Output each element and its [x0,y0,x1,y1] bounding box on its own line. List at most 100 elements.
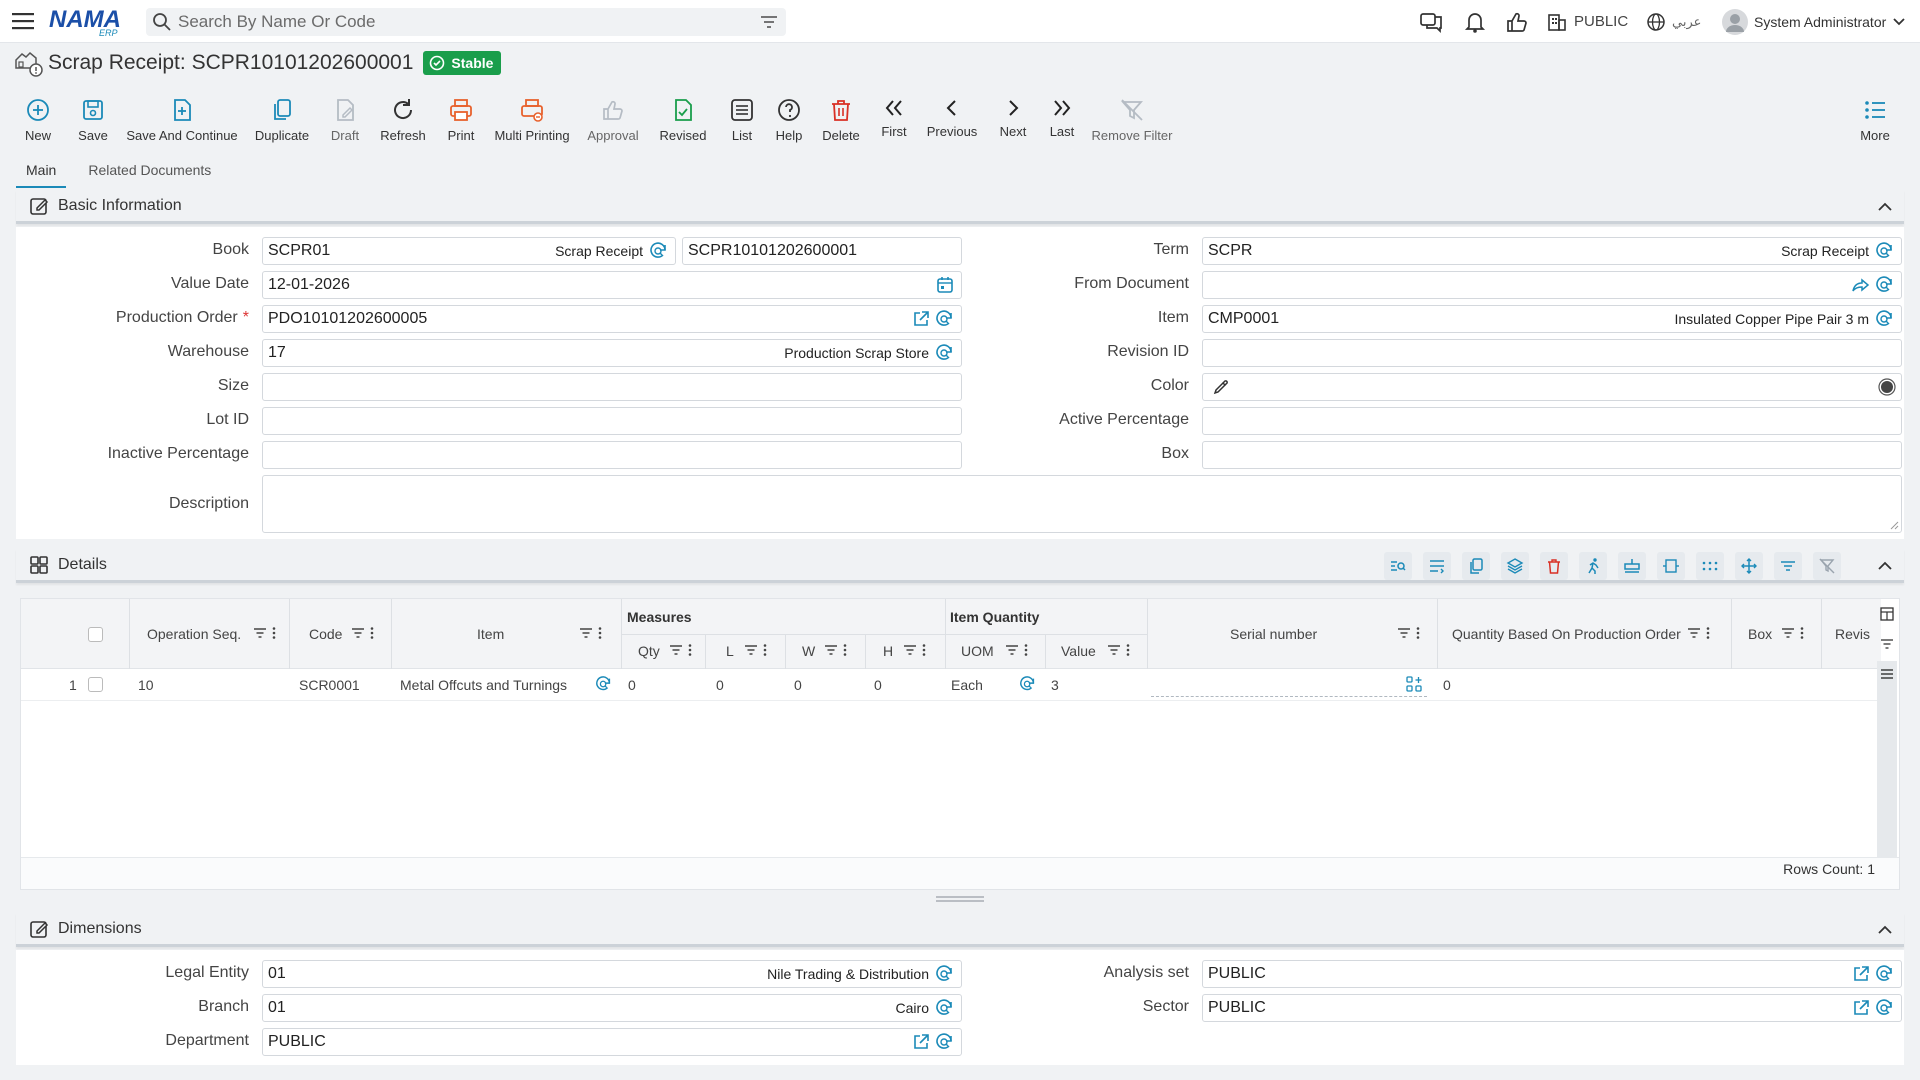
col-box[interactable]: Box [1748,626,1772,642]
refresh-button[interactable]: Refresh [380,86,426,154]
col-qty-based-tools[interactable] [1687,626,1715,640]
warehouse-field[interactable]: 17 Production Scrap Store [262,339,962,367]
cell-qty-based[interactable]: 0 [1443,677,1451,693]
notifications-button[interactable] [1462,0,1488,43]
open-link-icon[interactable] [1851,998,1871,1018]
move-button[interactable] [1735,552,1763,580]
menu-icon[interactable] [1880,667,1894,681]
lookup-icon[interactable] [1875,309,1895,329]
run-button[interactable] [1579,552,1607,580]
delete-button[interactable]: Delete [822,86,860,154]
cell-h[interactable]: 0 [874,677,882,693]
col-uom[interactable]: UOM [961,643,994,659]
col-serial-tools[interactable] [1397,626,1425,640]
help-button[interactable]: Help [774,86,804,154]
cell-item[interactable]: Metal Offcuts and Turnings [400,677,567,693]
col-h-tools[interactable] [903,643,931,657]
col-h[interactable]: H [883,643,893,659]
basic-information-header[interactable]: Basic Information [16,190,1904,224]
lookup-icon[interactable] [935,1032,955,1052]
eyedropper-icon[interactable] [1211,377,1231,397]
term-field[interactable]: SCPR Scrap Receipt [1202,237,1902,265]
active-percentage-field[interactable] [1202,407,1902,435]
resize-handle[interactable] [936,896,984,902]
resize-grip-icon[interactable] [1889,520,1899,530]
lookup-icon[interactable] [935,309,955,329]
revision-id-field[interactable] [1202,339,1902,367]
col-code-tools[interactable] [351,626,379,640]
previous-button[interactable]: Previous [927,86,977,154]
save-and-continue-button[interactable]: Save And Continue [126,86,238,154]
lookup-icon[interactable] [649,241,669,261]
col-w[interactable]: W [802,643,815,659]
print-button[interactable]: Print [446,86,476,154]
cell-serial-number[interactable] [1151,673,1427,697]
col-value-tools[interactable] [1107,643,1135,657]
dimensions-header[interactable]: Dimensions [16,913,1904,947]
lookup-icon[interactable] [595,675,613,693]
cell-operation-seq[interactable]: 10 [138,677,154,693]
lookup-icon[interactable] [935,998,955,1018]
sector-field[interactable]: PUBLIC [1202,994,1902,1022]
lookup-icon[interactable] [1875,998,1895,1018]
col-box-tools[interactable] [1781,626,1809,640]
lookup-icon[interactable] [1875,275,1895,295]
value-date-field[interactable]: 12-01-2026 [262,271,962,299]
next-button[interactable]: Next [998,86,1028,154]
remove-filter-button[interactable]: Remove Filter [1092,86,1172,154]
first-button[interactable]: First [879,86,909,154]
chevron-up-icon[interactable] [1876,198,1894,216]
col-qty-based-production-order[interactable]: Quantity Based On Production Order [1452,626,1681,642]
lookup-icon[interactable] [1875,964,1895,984]
insert-row-button[interactable] [1618,552,1646,580]
revised-button[interactable]: Revised [660,86,706,154]
col-l-tools[interactable] [744,643,772,657]
col-value[interactable]: Value [1061,643,1096,659]
col-item[interactable]: Item [477,626,504,642]
select-all-checkbox[interactable] [88,627,103,642]
size-field[interactable] [262,373,962,401]
col-qty[interactable]: Qty [638,643,660,659]
language-switch[interactable]: عربي [1646,0,1701,43]
lookup-icon[interactable] [935,964,955,984]
analysis-set-field[interactable]: PUBLIC [1202,960,1902,988]
chevron-up-icon[interactable] [1876,921,1894,939]
col-operation-seq-tools[interactable] [253,626,281,640]
department-field[interactable]: PUBLIC [262,1028,962,1056]
calendar-icon[interactable] [935,275,955,295]
chat-button[interactable] [1418,0,1444,43]
approvals-button[interactable] [1504,0,1530,43]
tab-related-documents[interactable]: Related Documents [78,160,221,188]
grid-options-button[interactable] [1696,552,1724,580]
open-link-icon[interactable] [911,309,931,329]
open-link-icon[interactable] [911,1032,931,1052]
serial-add-icon[interactable] [1405,675,1423,693]
copy-row-button[interactable] [1462,552,1490,580]
from-document-field[interactable] [1202,271,1902,299]
filter-rows-button[interactable] [1774,552,1802,580]
cell-qty[interactable]: 0 [628,677,636,693]
tab-main[interactable]: Main [16,160,67,188]
box-field[interactable] [1202,441,1902,469]
draft-button[interactable]: Draft [329,86,361,154]
col-l[interactable]: L [726,643,734,659]
search-input[interactable] [178,12,738,32]
fit-columns-button[interactable] [1657,552,1685,580]
book-number-field[interactable]: SCPR10101202600001 [682,237,962,265]
delete-row-button[interactable] [1540,552,1568,580]
approval-button[interactable]: Approval [587,86,639,154]
cell-value[interactable]: 3 [1051,677,1059,693]
branch-field[interactable]: 01 Cairo [262,994,962,1022]
more-button[interactable]: More [1858,86,1892,154]
analysis-set-selector[interactable]: PUBLIC [1546,0,1628,43]
table-row[interactable]: 1 10 SCR0001 Metal Offcuts and Turnings … [21,669,1881,701]
chevron-up-icon[interactable] [1876,557,1894,575]
item-field[interactable]: CMP0001 Insulated Copper Pipe Pair 3 m [1202,305,1902,333]
multi-printing-button[interactable]: Multi Printing [494,86,570,154]
cell-w[interactable]: 0 [794,677,802,693]
cell-uom[interactable]: Each [951,677,983,693]
global-search[interactable] [146,8,786,36]
duplicate-button[interactable]: Duplicate [255,86,309,154]
new-button[interactable]: New [22,86,54,154]
color-field[interactable] [1202,373,1902,401]
